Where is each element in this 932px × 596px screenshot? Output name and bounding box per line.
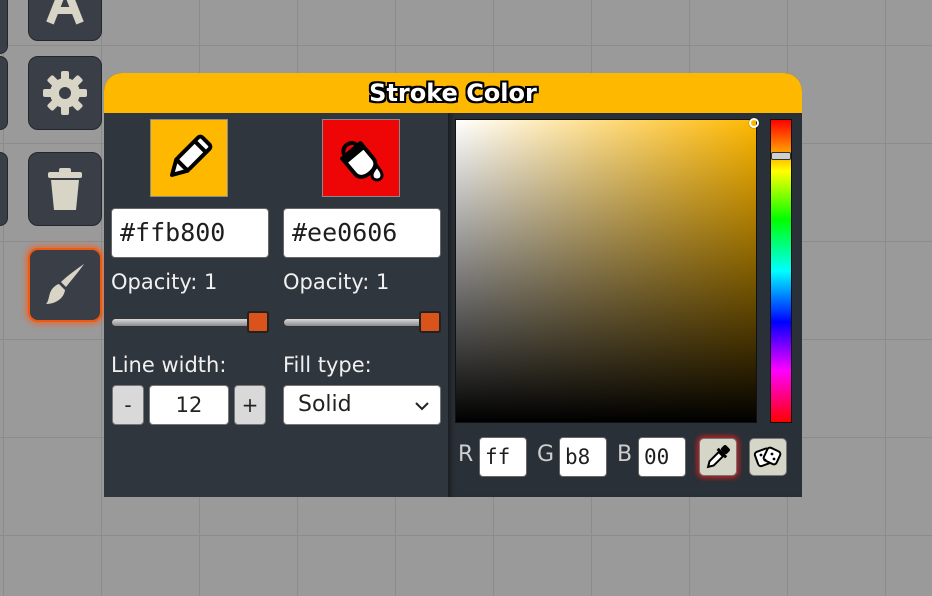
fill-color-button[interactable] bbox=[322, 119, 400, 197]
fill-type-select[interactable]: Solid bbox=[283, 385, 441, 425]
fill-type-label: Fill type: bbox=[283, 353, 372, 377]
fill-type-value: Solid bbox=[298, 392, 352, 417]
gear-icon bbox=[43, 71, 87, 115]
fill-opacity-label: Opacity: 1 bbox=[283, 270, 390, 294]
toolbar-stub bbox=[0, 56, 8, 130]
line-width-input[interactable]: 12 bbox=[149, 385, 229, 425]
stroke-color-button[interactable] bbox=[150, 119, 228, 197]
dice-icon bbox=[753, 446, 782, 468]
pencil-icon bbox=[170, 134, 213, 177]
eyedropper-icon bbox=[706, 445, 730, 469]
fill-hex-input[interactable]: #ee0606 bbox=[283, 208, 441, 258]
delete-button[interactable] bbox=[28, 152, 102, 226]
paint-bucket-icon bbox=[340, 141, 384, 182]
random-color-button[interactable] bbox=[749, 438, 787, 476]
red-input[interactable]: ff bbox=[479, 437, 527, 477]
saturation-value-picker[interactable] bbox=[455, 119, 757, 423]
settings-button[interactable] bbox=[28, 56, 102, 130]
blue-label: B bbox=[617, 442, 633, 467]
text-icon bbox=[46, 0, 84, 25]
trash-icon bbox=[48, 168, 82, 210]
green-label: G bbox=[537, 442, 555, 467]
paintbrush-icon bbox=[46, 264, 84, 304]
line-width-decrement-button[interactable]: - bbox=[112, 385, 144, 425]
panel-title: Stroke Color bbox=[369, 79, 537, 107]
hue-slider[interactable] bbox=[770, 119, 792, 423]
stroke-opacity-label: Opacity: 1 bbox=[111, 270, 218, 294]
toolbar-stub bbox=[0, 152, 8, 226]
stroke-hex-input[interactable]: #ffb800 bbox=[111, 208, 269, 258]
panel-header: Stroke Color bbox=[104, 73, 802, 113]
chevron-down-icon bbox=[415, 402, 429, 411]
paint-tool-button[interactable] bbox=[28, 248, 102, 322]
green-input[interactable]: b8 bbox=[559, 437, 607, 477]
stroke-color-panel: Stroke Color #ffb800 #ee0606 Opacity: 1 … bbox=[104, 73, 802, 497]
fill-opacity-slider[interactable] bbox=[283, 318, 441, 327]
line-width-increment-button[interactable]: + bbox=[234, 385, 266, 425]
eyedropper-button[interactable] bbox=[699, 438, 737, 476]
hue-slider-handle[interactable] bbox=[771, 151, 791, 160]
text-tool-button[interactable] bbox=[28, 0, 102, 41]
red-label: R bbox=[458, 442, 474, 467]
stroke-opacity-slider[interactable] bbox=[111, 318, 269, 327]
fill-opacity-thumb[interactable] bbox=[419, 311, 441, 333]
stroke-opacity-thumb[interactable] bbox=[247, 311, 269, 333]
line-width-label: Line width: bbox=[111, 353, 227, 377]
blue-input[interactable]: 00 bbox=[638, 437, 686, 477]
toolbar-stub bbox=[0, 0, 8, 54]
saturation-value-handle[interactable] bbox=[749, 118, 759, 128]
